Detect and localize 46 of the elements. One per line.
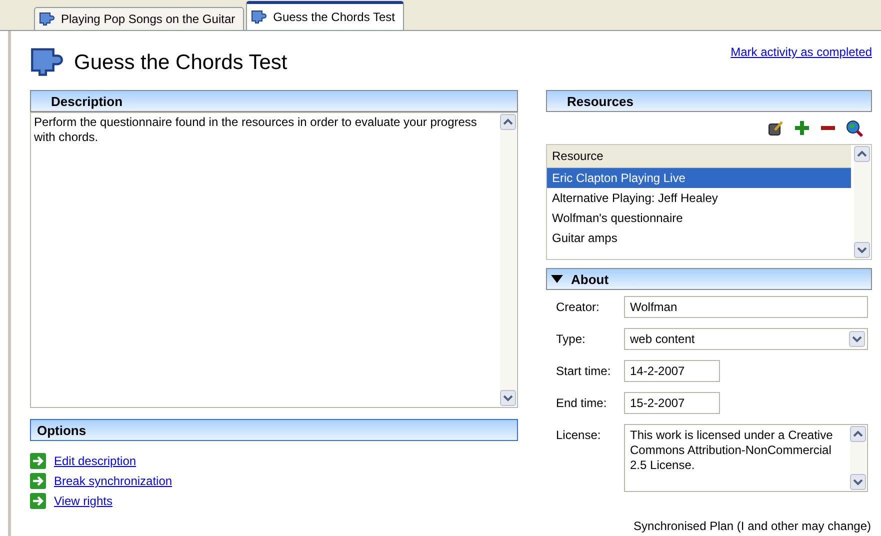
field-label: Type: xyxy=(556,331,586,346)
section-header: Options xyxy=(30,419,518,441)
description-field[interactable]: Perform the questionnaire found in the resources in order to evaluate your progress with chords. xyxy=(30,112,518,408)
scroll-down-icon[interactable] xyxy=(849,331,865,347)
field-label: Creator: xyxy=(556,299,600,314)
scroll-down-icon[interactable] xyxy=(850,474,866,490)
page-title: Guess the Chords Test xyxy=(30,45,288,79)
tab[interactable]: Playing Pop Songs on the Guitar xyxy=(34,7,244,30)
section-header: Resources xyxy=(546,90,872,112)
section-title: About xyxy=(571,272,609,286)
tab[interactable]: Guess the Chords Test xyxy=(246,1,404,30)
scroll-up-icon[interactable] xyxy=(500,114,516,130)
edit-icon[interactable] xyxy=(768,120,784,136)
add-icon[interactable] xyxy=(794,120,810,136)
puzzle-icon xyxy=(30,45,64,79)
field-label: License: xyxy=(556,427,602,442)
option-link[interactable]: View rights xyxy=(54,494,112,508)
license-field[interactable]: This work is licensed under a Creative Commons Attribution-NonCommercial 2.5 License. xyxy=(624,424,868,492)
search-icon[interactable] xyxy=(846,120,864,138)
puzzle-icon xyxy=(39,11,55,27)
puzzle-icon xyxy=(251,9,268,25)
caret-down-icon[interactable] xyxy=(551,274,563,284)
option-link[interactable]: Break synchronization xyxy=(54,474,172,488)
arrow-right-icon xyxy=(30,453,46,469)
option-link[interactable]: Edit description xyxy=(54,454,136,468)
type-dropdown[interactable]: web content xyxy=(624,328,868,350)
status-text: Synchronised Plan (I and other may change) xyxy=(634,519,871,533)
resource-row[interactable]: Alternative Playing: Jeff Healey xyxy=(547,188,851,208)
scroll-up-icon[interactable] xyxy=(854,146,870,162)
column-header: Resource xyxy=(547,145,851,168)
date-field[interactable]: 14-2-2007 xyxy=(624,360,720,382)
resource-row[interactable]: Wolfman's questionnaire xyxy=(547,208,851,228)
field-label: End time: xyxy=(556,395,608,410)
resource-row[interactable]: Eric Clapton Playing Live xyxy=(547,168,851,188)
scroll-down-icon[interactable] xyxy=(854,242,870,258)
arrow-right-icon xyxy=(30,493,46,509)
scroll-up-icon[interactable] xyxy=(850,426,866,442)
resource-row[interactable]: Guitar amps xyxy=(547,228,851,248)
date-field[interactable]: 15-2-2007 xyxy=(624,392,720,414)
section-header[interactable]: About xyxy=(546,268,872,290)
scroll-down-icon[interactable] xyxy=(500,390,516,406)
section-header: Description xyxy=(30,90,518,112)
field-label: Start time: xyxy=(556,363,612,378)
arrow-right-icon xyxy=(30,473,46,489)
creator-field[interactable]: Wolfman xyxy=(624,296,868,318)
complete-link[interactable]: Mark activity as completed xyxy=(730,45,872,59)
